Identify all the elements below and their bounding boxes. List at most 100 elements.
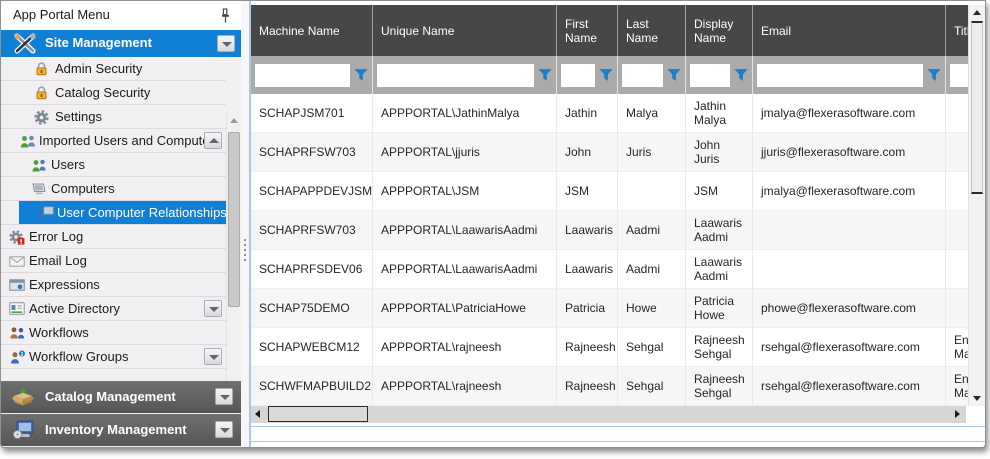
scroll-left-button[interactable] bbox=[251, 406, 267, 423]
scrollbar-thumb[interactable] bbox=[268, 406, 368, 422]
sidebar-item-email-log[interactable]: Email Log bbox=[1, 249, 226, 273]
filter-last-name-input[interactable] bbox=[622, 64, 663, 87]
scroll-up-button[interactable] bbox=[969, 5, 985, 20]
scrollbar-thumb[interactable] bbox=[971, 21, 983, 194]
grid-row[interactable]: SCHAP75DEMO APPPORTAL\PatriciaHowe Patri… bbox=[251, 289, 968, 328]
sidebar-scrollbar[interactable] bbox=[226, 113, 241, 381]
people-icon bbox=[9, 326, 26, 340]
arrow-down-icon bbox=[973, 396, 981, 401]
item-expand-button[interactable] bbox=[204, 348, 222, 365]
cell-title bbox=[946, 250, 968, 289]
sidebar-item-user-computer-relationships[interactable]: User Computer Relationships bbox=[1, 201, 226, 225]
grid-row[interactable]: SCHAPWEBCM12 APPPORTAL\rajneesh Rajneesh… bbox=[251, 328, 968, 367]
filter-email-input[interactable] bbox=[757, 64, 923, 87]
grid-vertical-scrollbar[interactable] bbox=[968, 5, 985, 406]
sidebar-item-label: Active Directory bbox=[29, 301, 120, 316]
cell-title bbox=[946, 211, 968, 250]
cell-email: jmalya@flexerasoftware.com bbox=[753, 94, 946, 133]
sidebar-item-error-log[interactable]: Error Log bbox=[1, 225, 226, 249]
sidebar-item-label: Workflows bbox=[29, 325, 89, 340]
grid-row[interactable]: SCHAPRFSDEV06 APPPORTAL\LaawarisAadmi La… bbox=[251, 250, 968, 289]
cell-machine-name: SCHAPAPPDEVJSM bbox=[251, 172, 373, 211]
sidebar-item-label: User Computer Relationships bbox=[57, 205, 227, 220]
filter-funnel-icon[interactable] bbox=[734, 68, 748, 82]
column-header-title[interactable]: Title bbox=[946, 5, 968, 56]
grid-row[interactable]: SCHAPRFSW703 APPPORTAL\jjuris John Juris… bbox=[251, 133, 968, 172]
cell-machine-name: SCHAPRFSDEV06 bbox=[251, 250, 373, 289]
filter-first-name-input[interactable] bbox=[561, 64, 595, 87]
sidebar-item-catalog-security[interactable]: Catalog Security bbox=[1, 81, 226, 105]
item-collapse-button[interactable] bbox=[204, 132, 222, 149]
column-header-first-name[interactable]: First Name bbox=[557, 5, 618, 56]
grid-row[interactable]: SCHAPRFSW703 APPPORTAL\LaawarisAadmi Laa… bbox=[251, 211, 968, 250]
grid-horizontal-scrollbar[interactable] bbox=[251, 406, 966, 423]
cell-last-name: Sehgal bbox=[618, 328, 686, 367]
sidebar-item-workflows[interactable]: Workflows bbox=[1, 321, 226, 345]
grid-row[interactable]: SCHAPJSM701 APPPORTAL\JathinMalya Jathin… bbox=[251, 94, 968, 133]
sidebar-item-users[interactable]: Users bbox=[1, 153, 226, 177]
section-expand-button[interactable] bbox=[215, 388, 233, 405]
sidebar-section-inventory-management[interactable]: Inventory Management bbox=[1, 414, 241, 446]
scroll-down-button[interactable] bbox=[969, 391, 985, 406]
cell-title bbox=[946, 94, 968, 133]
grid-row[interactable]: SCHWFMAPBUILD2 APPPORTAL\rajneesh Rajnee… bbox=[251, 367, 968, 406]
cell-first-name: John bbox=[557, 133, 618, 172]
item-expand-button[interactable] bbox=[204, 300, 222, 317]
sidebar-item-admin-security[interactable]: Admin Security bbox=[1, 57, 226, 81]
sidebar-section-site-management[interactable]: Site Management bbox=[1, 30, 241, 57]
sidebar-item-expressions[interactable]: Expressions bbox=[1, 273, 226, 297]
pushpin-icon[interactable] bbox=[220, 8, 231, 24]
cell-unique-name: APPPORTAL\PatriciaHowe bbox=[373, 289, 557, 328]
sidebar-section-catalog-management[interactable]: Catalog Management bbox=[1, 381, 241, 413]
filter-funnel-icon[interactable] bbox=[927, 68, 941, 82]
cell-last-name: Aadmi bbox=[618, 211, 686, 250]
gear-error-icon bbox=[9, 230, 25, 245]
cell-first-name: Laawaris bbox=[557, 211, 618, 250]
sidebar-item-label: Admin Security bbox=[55, 61, 142, 76]
filter-funnel-icon[interactable] bbox=[354, 68, 368, 82]
sidebar-item-label: Catalog Security bbox=[55, 85, 150, 100]
section-label: Site Management bbox=[45, 35, 152, 50]
sidebar-item-settings[interactable]: Settings bbox=[1, 105, 226, 129]
cell-first-name: JSM bbox=[557, 172, 618, 211]
filter-unique-name-input[interactable] bbox=[377, 64, 534, 87]
arrow-left-icon bbox=[255, 410, 260, 418]
cell-first-name: Rajneesh bbox=[557, 367, 618, 406]
scroll-right-button[interactable] bbox=[950, 406, 966, 423]
sidebar-splitter[interactable] bbox=[241, 1, 249, 447]
column-header-machine-name[interactable]: Machine Name bbox=[251, 5, 373, 56]
cell-title bbox=[946, 172, 968, 211]
cell-last-name: Howe bbox=[618, 289, 686, 328]
cell-first-name: Rajneesh bbox=[557, 328, 618, 367]
sidebar-item-label: Expressions bbox=[29, 277, 100, 292]
sidebar-item-label: Settings bbox=[55, 109, 102, 124]
column-header-last-name[interactable]: Last Name bbox=[618, 5, 686, 56]
filter-machine-name-input[interactable] bbox=[255, 64, 350, 87]
sidebar-item-imported-users-and-computers[interactable]: Imported Users and Computers bbox=[1, 129, 226, 153]
column-header-email[interactable]: Email bbox=[753, 5, 946, 56]
filter-funnel-icon[interactable] bbox=[538, 68, 552, 82]
cell-unique-name: APPPORTAL\rajneesh bbox=[373, 367, 557, 406]
sidebar-item-workflow-groups[interactable]: Workflow Groups bbox=[1, 345, 226, 369]
sidebar-item-active-directory[interactable]: Active Directory bbox=[1, 297, 226, 321]
filter-funnel-icon[interactable] bbox=[667, 68, 681, 82]
column-header-unique-name[interactable]: Unique Name bbox=[373, 5, 557, 56]
cell-display-name: Laawaris Aadmi bbox=[686, 211, 753, 250]
filter-funnel-icon[interactable] bbox=[599, 68, 613, 82]
cell-display-name: Rajneesh Sehgal bbox=[686, 367, 753, 406]
lock-icon bbox=[35, 62, 48, 76]
scroll-up-button[interactable] bbox=[227, 113, 241, 128]
cell-email bbox=[753, 211, 946, 250]
grid-row[interactable]: SCHAPAPPDEVJSM APPPORTAL\JSM JSM JSM jma… bbox=[251, 172, 968, 211]
scrollbar-thumb[interactable] bbox=[228, 132, 240, 307]
section-expand-button[interactable] bbox=[215, 421, 233, 438]
filter-display-name-input[interactable] bbox=[690, 64, 730, 87]
section-label: Inventory Management bbox=[45, 422, 187, 437]
inventory-computer-icon bbox=[11, 420, 35, 439]
sidebar-item-computers[interactable]: Computers bbox=[1, 177, 226, 201]
column-header-display-name[interactable]: Display Name bbox=[686, 5, 753, 56]
chevron-down-icon bbox=[209, 355, 219, 360]
section-collapse-button[interactable] bbox=[217, 35, 235, 52]
chevron-down-icon bbox=[220, 428, 230, 433]
filter-title-input[interactable] bbox=[950, 64, 968, 87]
